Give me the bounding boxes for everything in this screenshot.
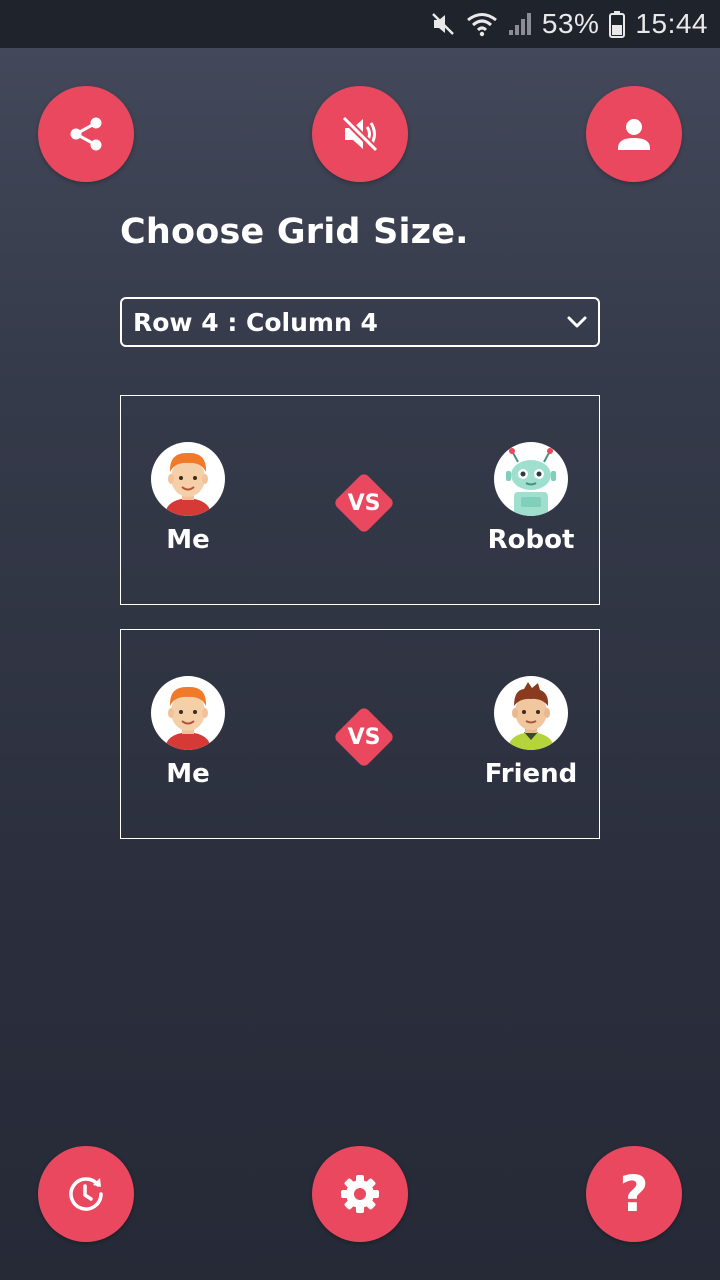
vs-label: VS: [347, 490, 381, 516]
player-me: Me: [128, 442, 248, 555]
battery-icon: [609, 10, 626, 38]
player-robot: Robot: [471, 442, 591, 555]
grid-size-value: Row 4 : Column 4: [133, 307, 378, 337]
player-me: Me: [128, 676, 248, 789]
share-button[interactable]: [38, 86, 134, 182]
vs-badge: VS: [332, 471, 396, 535]
player-name: Me: [166, 525, 210, 555]
gear-icon: [341, 1175, 379, 1213]
player-name: Robot: [487, 525, 575, 555]
clock: 15:44: [635, 8, 708, 39]
chevron-down-icon: [567, 316, 587, 328]
speaker-muted-icon: [341, 115, 379, 153]
sound-toggle-button[interactable]: [312, 86, 408, 182]
vs-label: VS: [347, 724, 381, 750]
wifi-icon: [466, 11, 498, 37]
robot-avatar: [494, 442, 568, 516]
grid-size-select[interactable]: Row 4 : Column 4: [120, 297, 600, 347]
battery-percent: 53%: [541, 8, 600, 39]
status-icons: 53% 15:44: [430, 0, 708, 48]
vs-badge: VS: [332, 705, 396, 769]
match-card-robot[interactable]: Me VS Robot: [120, 395, 600, 605]
player-friend: Friend: [471, 676, 591, 789]
profile-button[interactable]: [586, 86, 682, 182]
signal-icon: [508, 11, 532, 37]
share-icon: [70, 117, 102, 151]
question-mark-icon: ?: [619, 1165, 649, 1223]
person-icon: [618, 119, 650, 150]
mute-icon: [430, 11, 456, 37]
player-name: Me: [166, 759, 210, 789]
history-icon: [69, 1177, 103, 1211]
match-card-friend[interactable]: Me VS Friend: [120, 629, 600, 839]
status-bar: 53% 15:44: [0, 0, 720, 48]
friend-avatar: [494, 676, 568, 750]
player-name: Friend: [484, 759, 578, 789]
boy-avatar: [151, 442, 225, 516]
history-button[interactable]: [38, 1146, 134, 1242]
boy-avatar: [151, 676, 225, 750]
page-title: Choose Grid Size.: [120, 212, 469, 252]
help-button[interactable]: ?: [586, 1146, 682, 1242]
settings-button[interactable]: [312, 1146, 408, 1242]
